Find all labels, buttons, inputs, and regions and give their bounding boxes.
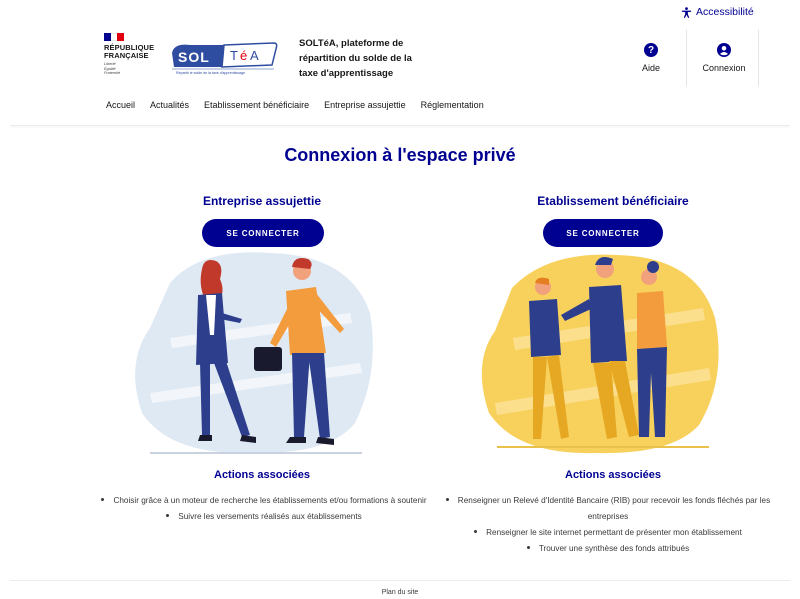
republique-line-2: FRANÇAISE xyxy=(104,51,149,60)
svg-text:SOL: SOL xyxy=(178,49,210,65)
svg-text:é: é xyxy=(240,48,247,63)
help-button[interactable]: ? Aide xyxy=(618,30,684,86)
login-label: Connexion xyxy=(702,63,746,73)
right-action-1: Renseigner un Relevé d'Identité Bancaire… xyxy=(457,496,771,521)
bullet-icon xyxy=(474,530,478,534)
list-item: Suivre les versements réalisés aux établ… xyxy=(82,509,446,525)
nav-item-reglementation[interactable]: Réglementation xyxy=(421,100,484,110)
help-label: Aide xyxy=(641,63,660,73)
svg-text:T: T xyxy=(230,48,238,63)
bullet-icon xyxy=(526,546,530,550)
page-title: Connexion à l'espace privé xyxy=(284,145,516,165)
footer-divider xyxy=(10,580,790,581)
question-icon: ? xyxy=(644,43,658,57)
left-actions-title: Actions associées xyxy=(214,469,310,481)
business-people-illustration xyxy=(135,252,373,454)
bullet-icon xyxy=(166,514,170,518)
nav-item-accueil[interactable]: Accueil xyxy=(106,100,135,110)
svg-text:Répartir le solde de la taxe d: Répartir le solde de la taxe d'apprentis… xyxy=(176,71,245,75)
left-action-1: Choisir grâce à un moteur de recherche l… xyxy=(113,496,427,505)
list-item: Renseigner le site internet permettant d… xyxy=(440,525,776,541)
header-separator-right xyxy=(758,30,759,86)
nav-item-actualites[interactable]: Actualités xyxy=(150,100,189,110)
right-actions-title: Actions associées xyxy=(565,469,661,481)
accessibility-link[interactable]: Accessibilité xyxy=(681,6,754,18)
main-nav: Accueil Actualités Etablissement bénéfic… xyxy=(106,100,484,110)
nav-divider xyxy=(10,125,790,126)
accessibility-label: Accessibilité xyxy=(696,6,754,18)
soltea-logo[interactable]: SOL T é A Répartir le solde de la taxe d… xyxy=(170,41,278,75)
list-item: Choisir grâce à un moteur de recherche l… xyxy=(82,493,446,509)
bullet-icon xyxy=(101,498,105,502)
site-tagline: SOLTéA, plateforme de répartition du sol… xyxy=(299,38,412,79)
header-separator xyxy=(686,30,687,86)
left-column-title: Entreprise assujettie xyxy=(202,194,322,208)
devise-fraternite: Fraternité xyxy=(104,71,121,75)
login-button[interactable]: Connexion xyxy=(691,30,757,86)
list-item: Trouver une synthèse des fonds attribués xyxy=(440,541,776,557)
nav-item-etablissement[interactable]: Etablissement bénéficiaire xyxy=(204,100,309,110)
sitemap-link[interactable]: Plan du site xyxy=(0,589,800,596)
nav-item-entreprise[interactable]: Entreprise assujettie xyxy=(324,100,406,110)
bullet-icon xyxy=(445,498,449,502)
right-column-title: Etablissement bénéficiaire xyxy=(537,194,689,208)
svg-text:A: A xyxy=(250,48,259,63)
left-actions-list: Choisir grâce à un moteur de recherche l… xyxy=(82,493,446,525)
marianne-flag-icon xyxy=(104,33,125,41)
accessibility-icon xyxy=(681,6,692,18)
republique-francaise-logo[interactable]: RÉPUBLIQUE FRANÇAISE Liberté Égalité Fra… xyxy=(104,33,160,76)
right-action-2: Renseigner le site internet permettant d… xyxy=(486,528,742,537)
family-group-illustration xyxy=(481,254,719,454)
right-actions-list: Renseigner un Relevé d'Identité Bancaire… xyxy=(440,493,776,557)
right-action-3: Trouver une synthèse des fonds attribués xyxy=(538,544,690,553)
list-item: Renseigner un Relevé d'Identité Bancaire… xyxy=(440,493,776,525)
left-action-2: Suivre les versements réalisés aux établ… xyxy=(178,512,362,521)
user-circle-icon xyxy=(717,43,731,57)
